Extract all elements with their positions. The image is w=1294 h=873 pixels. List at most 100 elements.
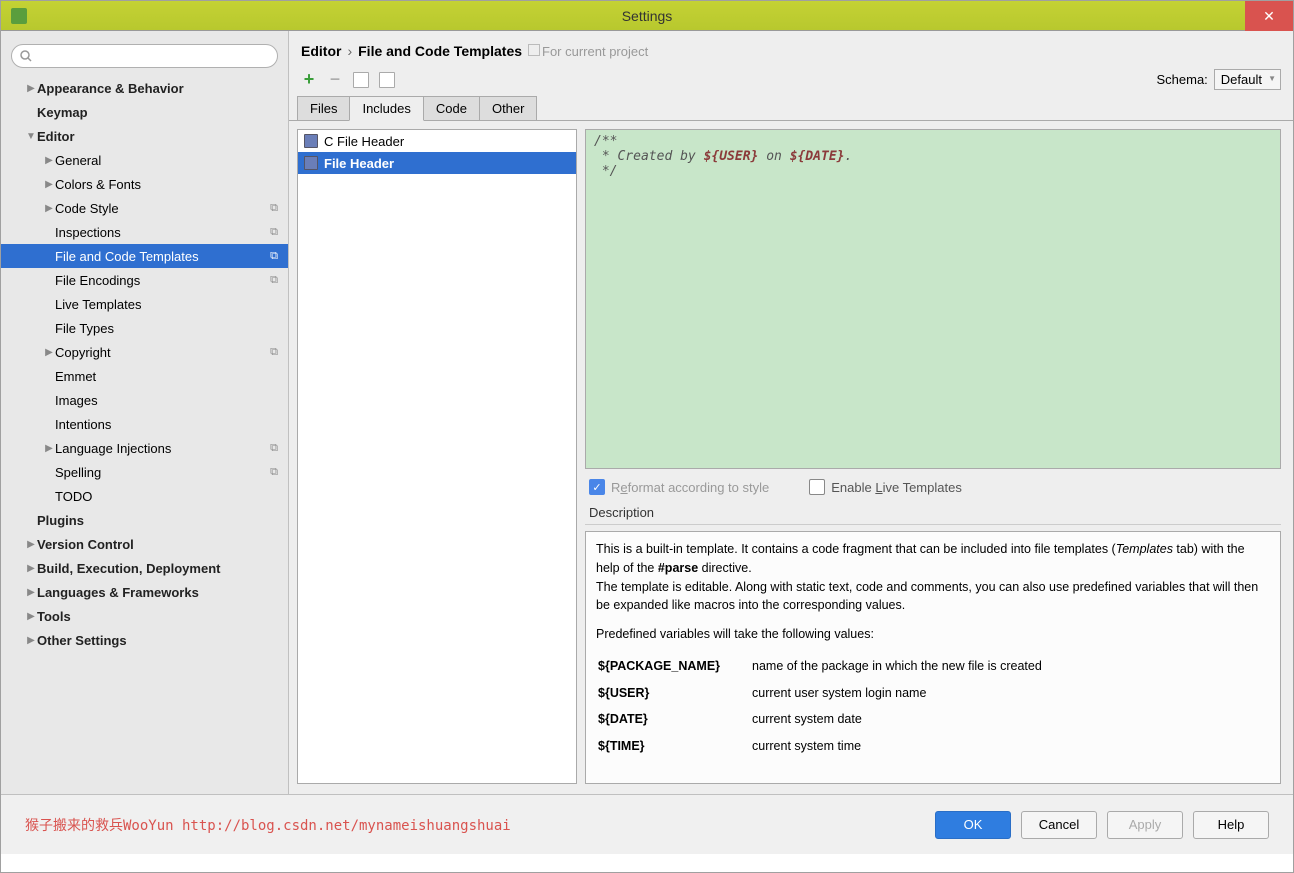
template-item-label: C File Header <box>324 134 404 149</box>
window-title: Settings <box>622 8 673 24</box>
tab-files[interactable]: Files <box>297 96 350 120</box>
title-bar: Settings ✕ <box>1 1 1293 31</box>
file-icon <box>304 134 318 148</box>
tree-item[interactable]: Live Templates <box>1 292 288 316</box>
tree-item[interactable]: Tools <box>1 604 288 628</box>
expand-arrow-icon <box>25 587 37 598</box>
tree-item[interactable]: Keymap <box>1 100 288 124</box>
tree-item-label: Colors & Fonts <box>55 177 141 192</box>
copy-icon[interactable] <box>353 72 369 88</box>
expand-arrow-icon <box>43 179 55 190</box>
expand-arrow-icon <box>43 443 55 454</box>
tree-item[interactable]: File and Code Templates⧉ <box>1 244 288 268</box>
tree-item[interactable]: Emmet <box>1 364 288 388</box>
ok-button[interactable]: OK <box>935 811 1011 839</box>
tree-item[interactable]: Colors & Fonts <box>1 172 288 196</box>
tree-item[interactable]: Appearance & Behavior <box>1 76 288 100</box>
tree-item-label: Intentions <box>55 417 111 432</box>
breadcrumb: Editor › File and Code Templates For cur… <box>289 31 1293 63</box>
expand-arrow-icon <box>43 203 55 214</box>
expand-arrow-icon <box>25 131 37 142</box>
tree-item[interactable]: General <box>1 148 288 172</box>
settings-tree-panel: Appearance & Behavior Keymap Editor General… <box>1 31 289 794</box>
project-scope-icon: ⧉ <box>270 226 278 239</box>
tree-item[interactable]: Inspections ⧉ <box>1 220 288 244</box>
tree-item[interactable]: Editor <box>1 124 288 148</box>
variable-row: ${USER}current user system login name <box>598 681 1072 706</box>
apply-button[interactable]: Apply <box>1107 811 1183 839</box>
tree-item-label: Copyright <box>55 345 111 360</box>
tree-item[interactable]: TODO <box>1 484 288 508</box>
tree-item-label: File Encodings <box>55 273 140 288</box>
enable-live-templates-checkbox[interactable]: Enable Live Templates <box>809 479 962 495</box>
tree-item-label: Build, Execution, Deployment <box>37 561 220 576</box>
tree-item-label: Other Settings <box>37 633 127 648</box>
project-scope-icon <box>528 44 540 56</box>
checkbox-checked-icon: ✓ <box>589 479 605 495</box>
search-input[interactable] <box>11 44 278 68</box>
tab-other[interactable]: Other <box>479 96 538 120</box>
tree-item-label: Plugins <box>37 513 84 528</box>
tab-code[interactable]: Code <box>423 96 480 120</box>
tree-item[interactable]: Other Settings <box>1 628 288 652</box>
project-scope-icon: ⧉ <box>270 202 278 215</box>
tree-item-label: File Types <box>55 321 114 336</box>
tree-item-label: Inspections <box>55 225 121 240</box>
tree-item-label: Spelling <box>55 465 101 480</box>
checkbox-unchecked-icon <box>809 479 825 495</box>
expand-arrow-icon <box>25 635 37 646</box>
tree-item-label: Languages & Frameworks <box>37 585 199 600</box>
template-item[interactable]: C File Header <box>298 130 576 152</box>
add-icon[interactable]: + <box>301 72 317 88</box>
expand-arrow-icon <box>43 155 55 166</box>
tree-item[interactable]: Images <box>1 388 288 412</box>
tree-item[interactable]: Intentions <box>1 412 288 436</box>
project-scope-icon: ⧉ <box>270 442 278 455</box>
tree-item-label: Language Injections <box>55 441 171 456</box>
tree-item[interactable]: File Encodings ⧉ <box>1 268 288 292</box>
app-icon <box>11 8 27 24</box>
tree-item-label: Editor <box>37 129 75 144</box>
tree-item[interactable]: Plugins <box>1 508 288 532</box>
template-editor[interactable]: /** * Created by ${USER} on ${DATE}. */ <box>585 129 1281 469</box>
tree-item-label: Version Control <box>37 537 134 552</box>
expand-arrow-icon <box>25 563 37 574</box>
schema-label: Schema: <box>1156 72 1207 87</box>
tree-item[interactable]: Copyright ⧉ <box>1 340 288 364</box>
tab-includes[interactable]: Includes <box>349 96 423 121</box>
tree-item-label: Appearance & Behavior <box>37 81 184 96</box>
tree-item[interactable]: Languages & Frameworks <box>1 580 288 604</box>
expand-arrow-icon <box>43 347 55 358</box>
project-scope-icon: ⧉ <box>270 274 278 287</box>
dialog-footer: 猴子搬来的救兵WooYun http://blog.csdn.net/mynam… <box>1 794 1293 854</box>
tree-item-label: Live Templates <box>55 297 141 312</box>
variable-row: ${TIME}current system time <box>598 734 1072 759</box>
template-list[interactable]: C File Header File Header <box>297 129 577 784</box>
schema-select[interactable]: Default <box>1214 69 1281 90</box>
tree-item[interactable]: Spelling ⧉ <box>1 460 288 484</box>
tree-item-label: File and Code Templates <box>55 249 199 264</box>
template-item[interactable]: File Header <box>298 152 576 174</box>
description-box[interactable]: This is a built-in template. It contains… <box>585 531 1281 784</box>
remove-icon[interactable]: − <box>327 72 343 88</box>
tree-item[interactable]: Build, Execution, Deployment <box>1 556 288 580</box>
settings-tree[interactable]: Appearance & Behavior Keymap Editor General… <box>1 76 288 652</box>
expand-arrow-icon <box>25 611 37 622</box>
project-scope-icon: ⧉ <box>270 466 278 479</box>
tree-item-label: General <box>55 153 101 168</box>
project-scope-icon: ⧉ <box>270 346 278 359</box>
tree-item-label: TODO <box>55 489 92 504</box>
tree-item-label: Images <box>55 393 98 408</box>
close-button[interactable]: ✕ <box>1245 1 1293 31</box>
reset-icon[interactable] <box>379 72 395 88</box>
tree-item[interactable]: File Types <box>1 316 288 340</box>
variable-row: ${PACKAGE_NAME}name of the package in wh… <box>598 654 1072 679</box>
tree-item[interactable]: Code Style⧉ <box>1 196 288 220</box>
tree-item[interactable]: Version Control <box>1 532 288 556</box>
help-button[interactable]: Help <box>1193 811 1269 839</box>
cancel-button[interactable]: Cancel <box>1021 811 1097 839</box>
tree-item[interactable]: Language Injections ⧉ <box>1 436 288 460</box>
reformat-checkbox[interactable]: ✓ Reformat according to style <box>589 479 769 495</box>
expand-arrow-icon <box>25 539 37 550</box>
expand-arrow-icon <box>25 83 37 94</box>
